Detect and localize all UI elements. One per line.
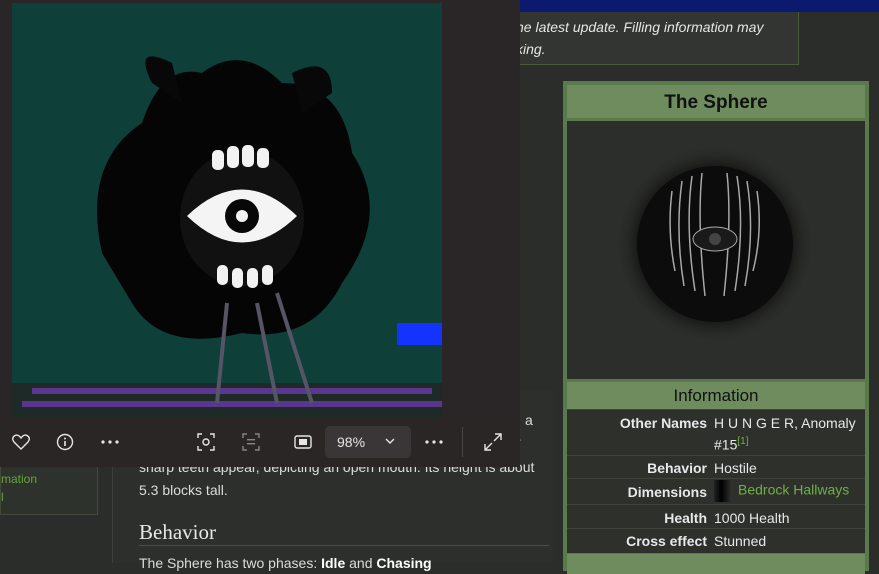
info-icon[interactable] <box>50 427 80 457</box>
text-scan-icon[interactable] <box>236 427 266 457</box>
nav-link[interactable]: l <box>1 490 4 504</box>
nav-link-information[interactable]: mation <box>1 472 37 486</box>
expand-icon[interactable] <box>478 427 508 457</box>
article-text-line: 5.3 blocks tall. <box>139 482 228 498</box>
dimension-thumbnail[interactable] <box>714 480 732 502</box>
more-options-icon[interactable] <box>95 427 125 457</box>
infobox-image[interactable] <box>567 121 865 379</box>
heading-divider <box>139 545 549 546</box>
article-text-line: The Sphere has two phases: Idle and Chas… <box>139 555 432 571</box>
infobox-row-health: Health 1000 Health <box>567 504 865 529</box>
photo-viewer: 98% <box>0 0 520 467</box>
infobox-title: The Sphere <box>567 85 865 118</box>
section-heading-behavior: Behavior <box>139 520 216 544</box>
chevron-down-icon <box>385 433 395 447</box>
infobox-row-behavior: Behavior Hostile <box>567 455 865 479</box>
notice-line-1: he latest update. Filling information ma… <box>516 19 764 35</box>
infobox-row-dimensions: Dimensions Bedrock Hallways <box>567 478 865 505</box>
dimension-link[interactable]: Bedrock Hallways <box>738 482 849 498</box>
update-notice: he latest update. Filling information ma… <box>509 12 799 65</box>
zoom-dropdown[interactable]: 98% <box>325 426 411 458</box>
viewer-image[interactable] <box>12 3 442 417</box>
more-options-icon[interactable] <box>419 427 449 457</box>
notice-line-2: king. <box>516 41 546 57</box>
viewer-toolbar: 98% <box>0 417 520 467</box>
toolbar-divider <box>462 427 463 457</box>
fit-screen-icon[interactable] <box>288 427 318 457</box>
screen-capture-icon[interactable] <box>191 427 221 457</box>
infobox-next-section <box>567 554 865 574</box>
article-text-fragment: a <box>525 412 533 428</box>
infobox-row-other-names: Other Names H U N G E R, Anomaly #15[1] <box>567 409 865 456</box>
heart-icon[interactable] <box>6 427 36 457</box>
reference-link[interactable]: [1] <box>737 436 748 447</box>
infobox: The Sphere Information Other Names H U N… <box>563 81 869 574</box>
infobox-row-cross-effect: Cross effect Stunned <box>567 528 865 553</box>
top-banner <box>509 0 879 12</box>
infobox-section-information: Information <box>567 382 865 409</box>
zoom-value: 98% <box>337 434 366 450</box>
